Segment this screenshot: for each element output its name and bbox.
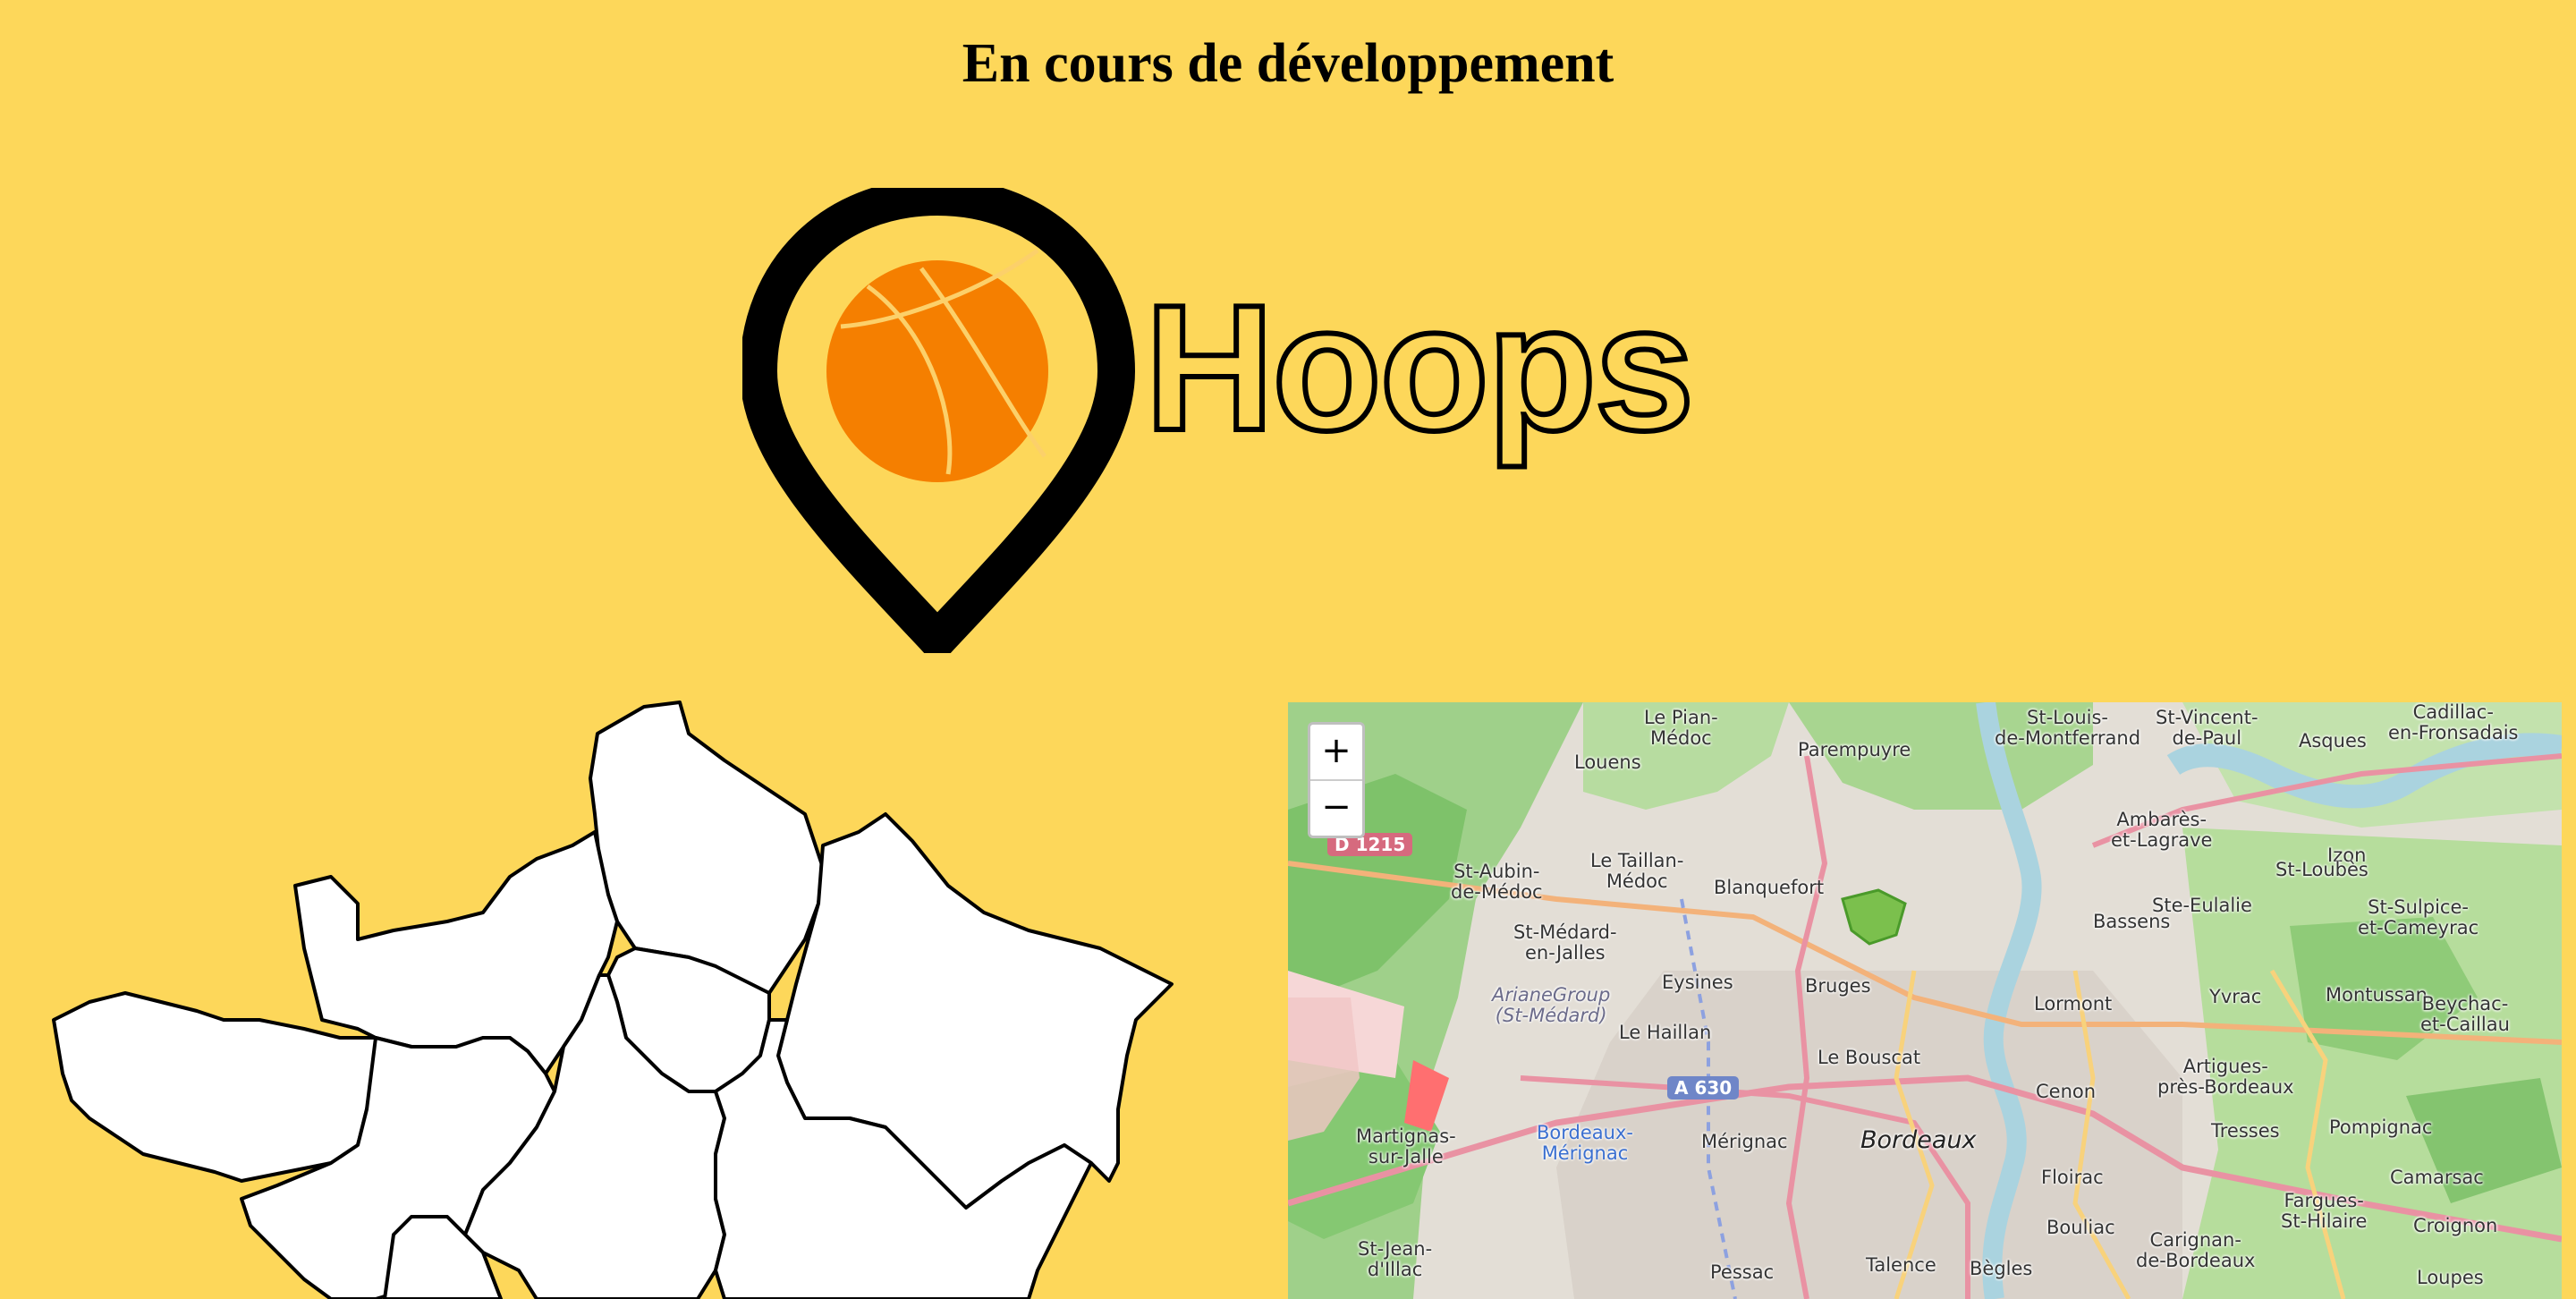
map-place-label: Tresses	[2211, 1120, 2280, 1142]
map-place-label: Artigues-près-Bordeaux	[2157, 1056, 2294, 1098]
zoom-out-button[interactable]: −	[1310, 781, 1362, 836]
map-place-label: Croignon	[2413, 1215, 2498, 1236]
map-place-label: St-Loubès	[2275, 859, 2368, 880]
map-place-label: Beychac-et-Caillau	[2420, 993, 2510, 1035]
map-place-label: Pompignac	[2329, 1116, 2433, 1138]
map-place-label: Louens	[1574, 751, 1641, 773]
map-place-label: St-Médard-en-Jalles	[1513, 921, 1617, 964]
map-place-label: Eysines	[1662, 972, 1733, 993]
map-place-label: Montussan	[2326, 984, 2428, 1006]
map-place-label: Yvrac	[2209, 986, 2262, 1007]
map-place-label: Bouliac	[2046, 1217, 2115, 1238]
map-place-label: Bruges	[1805, 975, 1871, 997]
map-place-label: Martignas-sur-Jalle	[1356, 1125, 1456, 1167]
map-place-label: Loupes	[2417, 1267, 2484, 1288]
map-place-label: Bordeaux	[1860, 1126, 1977, 1154]
map-place-label: Camarsac	[2390, 1167, 2484, 1188]
map-place-label: St-Sulpice-et-Cameyrac	[2358, 896, 2479, 938]
map-place-label: Parempuyre	[1798, 739, 1911, 760]
zoom-control: + −	[1308, 722, 1365, 838]
map-place-label: St-Louis-de-Montferrand	[1995, 707, 2141, 749]
map-place-label: Blanquefort	[1714, 877, 1825, 898]
map-place-label: Le Haillan	[1619, 1022, 1712, 1043]
map-place-label: Lormont	[2034, 993, 2113, 1015]
map-place-label: Ambarès-et-Lagrave	[2111, 809, 2213, 851]
map-place-label: Asques	[2299, 730, 2367, 751]
map-place-label: Cenon	[2036, 1081, 2097, 1102]
map-place-label: Le Bouscat	[1818, 1047, 1921, 1068]
street-map[interactable]: + − D 1215 A 630 Le Pian- Médoc Louens Pa…	[1288, 702, 2562, 1299]
road-shield: A 630	[1667, 1076, 1740, 1099]
map-place-label: Mérignac	[1701, 1131, 1788, 1152]
hoops-logo: Hoops	[742, 188, 1690, 653]
zoom-in-button[interactable]: +	[1310, 725, 1362, 781]
map-place-label: Pessac	[1710, 1261, 1775, 1283]
map-place-label: Cadillac-en-Fronsadais	[2388, 702, 2519, 743]
map-place-label: Fargues- St-Hilaire	[2281, 1190, 2368, 1232]
france-regions-map[interactable]	[36, 698, 1199, 1299]
map-pin-basketball-icon	[742, 188, 1135, 653]
map-place-label: Le Taillan- Médoc	[1590, 850, 1684, 892]
map-place-label: Ste-Eulalie	[2152, 895, 2252, 916]
map-place-label: Talence	[1866, 1254, 1936, 1276]
map-place-label: Bègles	[1970, 1258, 2033, 1279]
logo-text: Hoops	[1145, 268, 1690, 468]
map-place-label: ArianeGroup (St-Médard)	[1492, 984, 1611, 1026]
page-title: En cours de développement	[962, 33, 1614, 94]
map-place-label: Carignan-de-Bordeaux	[2136, 1229, 2256, 1271]
map-place-label: St-Aubin-de-Médoc	[1451, 861, 1543, 903]
region-hauts-de-france	[589, 700, 825, 995]
map-place-label: Bordeaux- Mérignac	[1537, 1122, 1633, 1164]
map-place-label: Floirac	[2041, 1167, 2104, 1188]
map-place-label: St-Vincent-de-Paul	[2156, 707, 2258, 749]
map-place-label: St-Jean-d'Illac	[1358, 1238, 1433, 1280]
map-place-label: Le Pian- Médoc	[1644, 707, 1718, 749]
